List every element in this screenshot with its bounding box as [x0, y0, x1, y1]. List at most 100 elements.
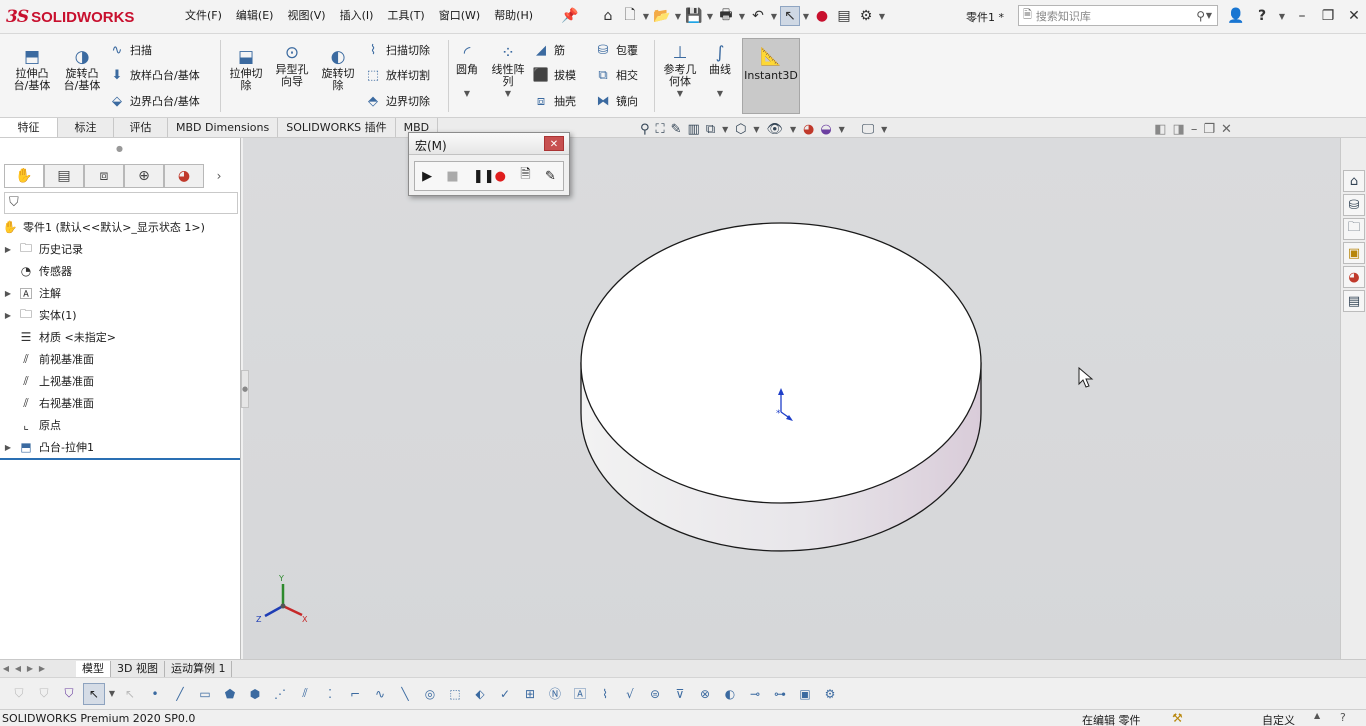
select-other-icon[interactable]: ↖: [119, 683, 141, 705]
tree-item-top-plane[interactable]: ⫽ 上视基准面: [0, 370, 94, 392]
design-library-icon[interactable]: ⛁: [1343, 194, 1365, 216]
revolve-cut-button[interactable]: ◐ 旋转切 除: [316, 46, 360, 92]
rollback-bar[interactable]: [0, 458, 240, 460]
loft-button[interactable]: ⬇ 放样凸台/基体: [108, 65, 200, 85]
viewport-restore-icon[interactable]: ❐: [1203, 122, 1215, 137]
note-icon[interactable]: Ⓝ: [544, 683, 566, 705]
viewport-next-icon[interactable]: ◨: [1173, 122, 1185, 137]
last-tab-icon[interactable]: ▶: [36, 662, 48, 676]
tree-root-part[interactable]: ✋ 零件1 (默认<<默认>_显示状态 1>): [0, 216, 205, 238]
target-icon[interactable]: ◎: [419, 683, 441, 705]
spline-icon[interactable]: ∿: [369, 683, 391, 705]
axis-icon[interactable]: ╲: [394, 683, 416, 705]
image-icon[interactable]: ▣: [794, 683, 816, 705]
chevron-down-icon[interactable]: ▼: [802, 12, 810, 21]
plane-icon[interactable]: ⫽: [294, 683, 316, 705]
search-input[interactable]: 搜索知识库: [1036, 8, 1196, 24]
next-tab-icon[interactable]: ▶: [24, 662, 36, 676]
tab-mbd-dimensions[interactable]: MBD Dimensions: [168, 118, 279, 137]
prev-tab-icon[interactable]: ◀: [12, 662, 24, 676]
annotation-icon[interactable]: 🄰: [569, 683, 591, 705]
filter-toggle-icon[interactable]: ⛉: [8, 683, 30, 705]
macro-title-bar[interactable]: 宏(M) ✕: [409, 133, 569, 155]
rebuild-icon[interactable]: ⚒: [1172, 711, 1183, 725]
intersect-button[interactable]: ⧉ 相交: [594, 65, 638, 85]
dimension-icon[interactable]: ⊞: [519, 683, 541, 705]
polygon-icon[interactable]: ⬟: [219, 683, 241, 705]
section-view-icon[interactable]: ▥: [688, 122, 700, 137]
box-select-icon[interactable]: ⬚: [444, 683, 466, 705]
menu-window[interactable]: 窗口(W): [432, 8, 487, 24]
line-icon[interactable]: ╱: [169, 683, 191, 705]
tab-features[interactable]: 特征: [0, 118, 58, 137]
expand-arrow-icon[interactable]: ▶: [0, 289, 16, 298]
edit-macro-icon[interactable]: ✎: [545, 169, 556, 184]
solidworks-logo[interactable]: 3S SOLIDWORKS: [6, 7, 134, 27]
edit-appearance-icon[interactable]: ◕: [803, 122, 814, 137]
chevron-down-icon[interactable]: ▼: [504, 88, 512, 100]
file-properties-icon[interactable]: ▤: [834, 6, 854, 26]
menu-view[interactable]: 视图(V): [280, 8, 332, 24]
color-picker-icon[interactable]: ⚙: [819, 683, 841, 705]
new-document-icon[interactable]: 🗋: [620, 6, 640, 26]
corner-icon[interactable]: ⌐: [344, 683, 366, 705]
appearances-icon[interactable]: ◕: [1343, 266, 1365, 288]
search-box[interactable]: 🗎 搜索知识库 ⚲ ▼: [1018, 5, 1218, 26]
panel-splitter-handle[interactable]: ●: [241, 370, 249, 408]
linear-pattern-button[interactable]: ⁘ 线性阵 列 ▼: [486, 42, 530, 100]
extrude-cut-button[interactable]: ⬓ 拉伸切 除: [224, 46, 268, 92]
chevron-down-icon[interactable]: ▼: [721, 125, 729, 134]
instant3d-button[interactable]: 📐 Instant3D: [742, 38, 800, 114]
swept-cut-button[interactable]: ⌇ 扫描切除: [364, 40, 430, 60]
view-palette-icon[interactable]: ▣: [1343, 242, 1365, 264]
datum-icon[interactable]: ⊜: [644, 683, 666, 705]
minimize-icon[interactable]: –: [1292, 6, 1312, 26]
selection-filter-icon[interactable]: ⛉: [58, 683, 80, 705]
run-macro-play-icon[interactable]: ▶: [422, 169, 432, 184]
tab-configuration-manager[interactable]: ⧈: [84, 164, 124, 188]
revolve-boss-button[interactable]: ◑ 旋转凸 台/基体: [58, 46, 106, 92]
chevron-down-icon[interactable]: ▼: [463, 88, 471, 100]
tab-model[interactable]: 模型: [76, 660, 111, 677]
draft-button[interactable]: ⬛ 拔模: [532, 65, 576, 85]
tab-motion-study-1[interactable]: 运动算例 1: [165, 660, 233, 677]
chevron-down-icon[interactable]: ▼: [770, 12, 778, 21]
chevron-right-icon[interactable]: ›: [204, 164, 234, 188]
menu-insert[interactable]: 插入(I): [333, 8, 381, 24]
surface-finish-icon[interactable]: √: [619, 683, 641, 705]
close-icon[interactable]: ✕: [1344, 6, 1364, 26]
center-mark-icon[interactable]: ◐: [719, 683, 741, 705]
reference-geometry-button[interactable]: ⊥ 参考几 何体 ▼: [658, 42, 702, 100]
hole-wizard-button[interactable]: ⊙ 异型孔 向导: [270, 42, 314, 88]
rib-button[interactable]: ◢ 筋: [532, 40, 565, 60]
sweep-button[interactable]: ∿ 扫描: [108, 40, 152, 60]
boundary-boss-button[interactable]: ⬙ 边界凸台/基体: [108, 91, 200, 111]
select-arrow-icon[interactable]: ↖: [83, 682, 105, 705]
cube-icon[interactable]: ⬢: [244, 683, 266, 705]
home-icon[interactable]: ⌂: [598, 6, 618, 26]
chevron-down-icon[interactable]: ▼: [716, 88, 724, 100]
chevron-up-icon[interactable]: ▲: [1314, 711, 1320, 720]
chevron-down-icon[interactable]: ▼: [642, 12, 650, 21]
datum-target-icon[interactable]: ⊽: [669, 683, 691, 705]
stop-macro-icon[interactable]: ■: [446, 169, 458, 184]
undo-icon[interactable]: ↶: [748, 6, 768, 26]
tab-solidworks-addins[interactable]: SOLIDWORKS 插件: [278, 118, 396, 137]
tab-evaluate[interactable]: 评估: [114, 118, 168, 137]
rectangle-icon[interactable]: ▭: [194, 683, 216, 705]
chevron-down-icon[interactable]: ▼: [880, 125, 888, 134]
file-explorer-icon[interactable]: 🗀: [1343, 218, 1365, 240]
tab-sketch[interactable]: 标注: [58, 118, 114, 137]
clear-filters-icon[interactable]: ⛉: [33, 683, 55, 705]
expand-arrow-icon[interactable]: ▶: [0, 443, 16, 452]
hide-show-items-icon[interactable]: 👁: [767, 122, 784, 137]
tree-filter-input[interactable]: ⛉: [4, 192, 238, 214]
rebuild-traffic-light-icon[interactable]: ●: [812, 6, 832, 26]
options-gear-icon[interactable]: ⚙: [856, 6, 876, 26]
viewport-close-icon[interactable]: ✕: [1221, 122, 1232, 137]
check-icon[interactable]: ✓: [494, 683, 516, 705]
model-viewport[interactable]: * Y X Z: [243, 138, 1340, 659]
chevron-down-icon[interactable]: ▼: [676, 88, 684, 100]
tree-item-right-plane[interactable]: ⫽ 右视基准面: [0, 392, 94, 414]
expand-arrow-icon[interactable]: ▶: [0, 311, 16, 320]
